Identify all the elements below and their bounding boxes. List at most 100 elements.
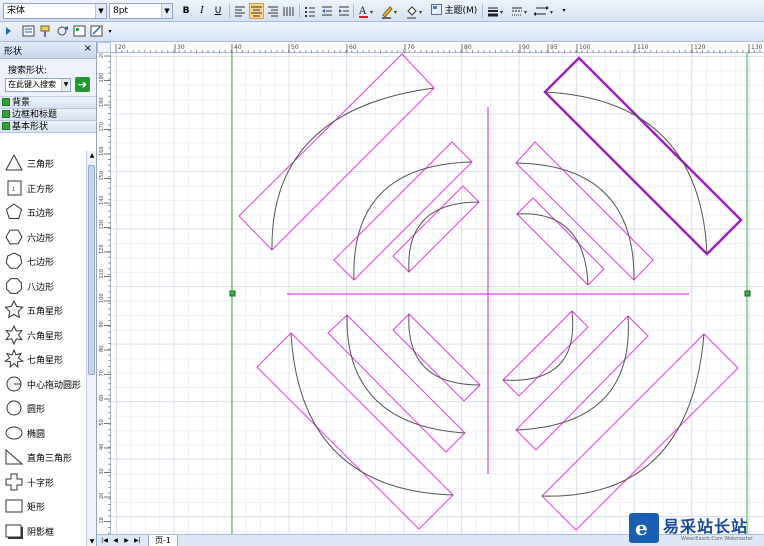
shape-list: 三角形 1 正方形 五边形 六边形 七边形 八边形 五角星形六角星形七角星形 中心拖动圆形 圆形椭… xyxy=(0,151,86,546)
pointer-tool-icon[interactable] xyxy=(4,24,12,40)
diagonal-band[interactable] xyxy=(541,333,739,531)
svg-text:A: A xyxy=(358,6,367,17)
shape-item-pentagon[interactable]: 五边形 xyxy=(0,200,86,225)
format-painter-icon[interactable] xyxy=(39,24,53,40)
diagonal-band[interactable] xyxy=(256,332,454,530)
selected-band[interactable] xyxy=(543,56,743,256)
close-icon[interactable]: × xyxy=(84,43,92,54)
diagonal-band[interactable] xyxy=(238,53,435,251)
formatting-toolbar: 宋体 ▼ 8pt ▼ B I U A ▾ ▾ ▾ 主题(M) ▾ ▾ ▾ ▾ xyxy=(0,0,764,22)
shadow-box-icon xyxy=(5,524,23,539)
shape-item-square[interactable]: 1 正方形 xyxy=(0,176,86,201)
stencil-0[interactable]: 背景 xyxy=(0,97,96,109)
italic-button[interactable]: I xyxy=(196,3,208,19)
ruler-label: 170 xyxy=(99,122,105,132)
shape-item-label: 直角三角形 xyxy=(27,454,73,464)
shape-item-label: 六角星形 xyxy=(27,331,64,342)
fill-color-button[interactable]: ▾ xyxy=(405,3,427,19)
drawing-canvas[interactable] xyxy=(111,53,764,534)
scroll-down-icon[interactable]: ▼ xyxy=(88,538,96,545)
shapes-window-icon[interactable] xyxy=(73,24,87,40)
line-ends-button[interactable]: ▾ xyxy=(533,3,558,19)
align-right-button[interactable] xyxy=(266,3,280,19)
chevron-down-icon[interactable]: ▼ xyxy=(61,79,70,91)
diagonal-band[interactable] xyxy=(392,313,481,402)
shape-item-right-triangle[interactable]: 直角三角形 xyxy=(0,445,86,470)
guide-handle[interactable] xyxy=(744,290,751,297)
search-input[interactable]: 在此键入搜索 ▼ xyxy=(5,78,71,92)
stencil-1[interactable]: 边框和标题 xyxy=(0,109,96,121)
text-block-icon[interactable] xyxy=(22,24,36,40)
octagon-icon xyxy=(6,277,22,294)
right-triangle-icon xyxy=(5,448,24,465)
vertical-ruler[interactable]: 200 190 180 170 160 150 140 130 120 110 100 90 80 70 6… xyxy=(97,48,111,534)
bullets-button[interactable] xyxy=(303,3,317,19)
watermark: e 易采站长站 Www.Easck.Com Webmaster xyxy=(629,513,764,546)
decrease-indent-button[interactable] xyxy=(320,3,334,19)
shape-item-hexagon[interactable]: 六边形 xyxy=(0,225,86,250)
diagonal-band[interactable] xyxy=(502,310,589,397)
bold-button[interactable]: B xyxy=(180,3,192,19)
increase-indent-icon xyxy=(339,6,349,16)
align-left-button[interactable] xyxy=(233,3,247,19)
font-size-dropdown[interactable]: 8pt ▼ xyxy=(109,3,173,19)
align-right-icon xyxy=(268,6,278,17)
chevron-down-icon: ▼ xyxy=(161,4,172,18)
ruler-label: 30 xyxy=(177,44,185,51)
shape-item-heptagon[interactable]: 七边形 xyxy=(0,249,86,274)
shape-item-circle[interactable]: 圆形 xyxy=(0,396,86,421)
star7-icon xyxy=(4,349,24,369)
shape-item-star7[interactable]: 七角星形 xyxy=(0,347,86,372)
shape-item-star5[interactable]: 五角星形 xyxy=(0,298,86,323)
increase-indent-button[interactable] xyxy=(337,3,351,19)
first-page-icon[interactable]: |◀ xyxy=(100,536,109,545)
connector-tool-icon[interactable] xyxy=(56,24,70,40)
shape-item-shadow-box[interactable]: 阴影框 xyxy=(0,519,86,544)
stencil-2[interactable]: 基本形状 xyxy=(0,121,96,133)
rectangle-icon xyxy=(5,499,23,513)
line-color-button[interactable]: ▾ xyxy=(380,3,402,19)
font-name-dropdown[interactable]: 宋体 ▼ xyxy=(3,3,107,19)
scroll-up-icon[interactable]: ▲ xyxy=(88,152,96,159)
toolbar-options-icon[interactable]: ▾ xyxy=(560,3,568,19)
line-weight-button[interactable]: ▾ xyxy=(486,3,508,19)
separator xyxy=(229,4,230,18)
diagonal-band[interactable] xyxy=(392,185,480,273)
theme-button[interactable]: 主题(M) xyxy=(430,3,478,19)
prev-page-icon[interactable]: ◀ xyxy=(111,536,120,545)
shape-item-cross[interactable]: 十字形 xyxy=(0,470,86,495)
line-pattern-button[interactable]: ▾ xyxy=(510,3,532,19)
svg-text:▾: ▾ xyxy=(524,9,527,16)
justify-button[interactable] xyxy=(282,3,296,19)
svg-text:▾: ▾ xyxy=(419,9,422,16)
toolbar-options-icon[interactable]: ▾ xyxy=(107,24,113,40)
standard-toolbar: ▾ xyxy=(0,22,764,42)
shape-item-star6[interactable]: 六角星形 xyxy=(0,323,86,348)
theme-label: 主题(M) xyxy=(444,6,478,16)
page-tab[interactable]: 页-1 xyxy=(148,535,178,546)
ruler-label: 100 xyxy=(99,293,105,303)
shape-item-ellipse[interactable]: 椭圆 xyxy=(0,421,86,446)
shapes-scrollbar[interactable]: ▲ ▼ xyxy=(86,151,96,546)
ruler-label: 30 xyxy=(99,468,105,474)
circle-icon xyxy=(6,400,22,416)
shape-item-triangle[interactable]: 三角形 xyxy=(0,151,86,176)
underline-button[interactable]: U xyxy=(212,3,224,19)
scrollbar-thumb[interactable] xyxy=(88,165,95,375)
star6-icon xyxy=(5,324,23,345)
shape-item-rectangle[interactable]: 矩形 xyxy=(0,494,86,519)
shape-item-circle-drag[interactable]: 中心拖动圆形 xyxy=(0,372,86,397)
guide-handle[interactable] xyxy=(229,290,236,297)
ruler-label: 160 xyxy=(99,146,105,156)
font-color-button[interactable]: A ▾ xyxy=(357,3,377,19)
last-page-icon[interactable]: ▶| xyxy=(133,536,142,545)
shape-item-label: 正方形 xyxy=(27,184,55,195)
horizontal-ruler[interactable]: 20 30 40 50 60 70 80 90 95 100 110 120 130 xyxy=(111,42,764,53)
diagonal-band[interactable] xyxy=(516,197,605,286)
align-center-button[interactable] xyxy=(249,3,264,19)
search-go-button[interactable]: ➔ xyxy=(75,77,90,92)
drawing-tools-icon[interactable] xyxy=(90,24,104,40)
diagonal-band[interactable] xyxy=(327,314,466,453)
shape-item-octagon[interactable]: 八边形 xyxy=(0,274,86,299)
next-page-icon[interactable]: ▶ xyxy=(122,536,131,545)
